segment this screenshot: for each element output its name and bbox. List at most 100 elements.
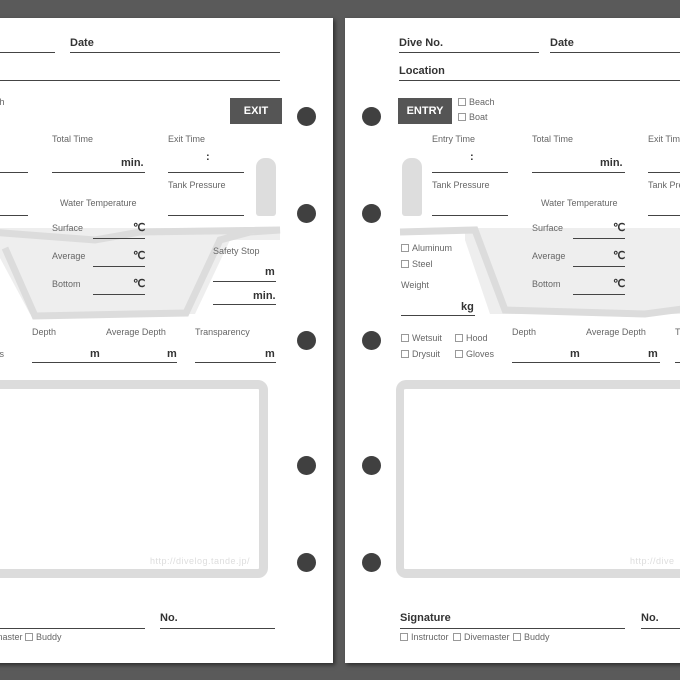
binder-hole: [297, 107, 316, 126]
total-time-label: Total Time: [52, 134, 94, 144]
average-temp-unit: ℃: [133, 250, 146, 262]
bottom-temp-line[interactable]: [573, 294, 625, 295]
checkbox[interactable]: [513, 633, 521, 641]
checkbox[interactable]: [400, 633, 408, 641]
checkbox[interactable]: [25, 633, 34, 641]
dive-no-line[interactable]: [0, 52, 55, 53]
memo-area[interactable]: [0, 380, 268, 578]
transparency-line[interactable]: [675, 362, 680, 363]
average-temp-line[interactable]: [573, 266, 625, 267]
surface-temp-line[interactable]: [573, 238, 625, 239]
depth-unit: m: [570, 348, 580, 360]
binder-hole: [362, 204, 381, 223]
tank-pressure-line[interactable]: [432, 215, 508, 216]
signature-label: Signature: [400, 612, 451, 624]
average-temp-label: Average: [52, 251, 86, 261]
average-temp-unit: ℃: [613, 250, 626, 262]
suit-wetsuit[interactable]: Wetsuit: [401, 334, 442, 343]
tank-pressure-label: Tank Pressure: [432, 180, 490, 190]
entry-tag: ENTRY: [398, 98, 452, 124]
date-label: Date: [70, 37, 94, 49]
right-log-page: Dive No. Date Location ENTRY Beach Boat …: [345, 18, 680, 663]
site-url: http://divelog.tande.jp/: [150, 556, 251, 566]
location-line[interactable]: [0, 80, 280, 81]
checkbox[interactable]: [455, 350, 463, 358]
binder-hole: [297, 456, 316, 475]
transparency-line[interactable]: [195, 362, 276, 363]
binder-hole: [362, 456, 381, 475]
no-label: No.: [641, 612, 659, 624]
checkbox[interactable]: [453, 633, 461, 641]
signature-line[interactable]: [0, 628, 145, 629]
total-time-label: Total Time: [532, 134, 574, 144]
binder-hole: [297, 204, 316, 223]
role-instructor[interactable]: Instructor: [400, 633, 449, 642]
checkbox[interactable]: [401, 350, 409, 358]
entry-type-beach[interactable]: Beach: [458, 98, 495, 107]
date-label: Date: [550, 37, 574, 49]
exit-time-fragment: Exit Tim: [648, 134, 680, 144]
surface-temp-unit: ℃: [613, 222, 626, 234]
weight-line[interactable]: [401, 315, 475, 316]
entry-type-boat[interactable]: Boat: [458, 113, 488, 122]
no-line[interactable]: [160, 628, 275, 629]
tank-pressure-fragment: Tank Pre: [648, 180, 680, 190]
checkbox[interactable]: [401, 244, 409, 252]
memo-area[interactable]: [396, 380, 680, 578]
exit-time-label: Exit Time: [168, 134, 206, 144]
surface-temp-line[interactable]: [93, 238, 145, 239]
total-time-line[interactable]: [532, 172, 625, 173]
location-label: Location: [399, 65, 445, 77]
role-buddy[interactable]: Buddy: [513, 633, 550, 642]
dive-no-label: Dive No.: [399, 37, 444, 49]
average-temp-line[interactable]: [93, 266, 145, 267]
safety-stop-label: Safety Stop: [213, 246, 260, 256]
surface-temp-label: Surface: [52, 223, 84, 233]
checkbox[interactable]: [455, 334, 463, 342]
depth-line[interactable]: [32, 362, 177, 363]
tank-pressure-line[interactable]: [168, 215, 244, 216]
dive-no-line[interactable]: [399, 52, 539, 53]
safety-stop-time-line[interactable]: [213, 304, 276, 305]
total-time-line[interactable]: [52, 172, 145, 173]
checkbox[interactable]: [458, 113, 466, 121]
tank-steel[interactable]: Steel: [401, 260, 433, 269]
checkbox[interactable]: [458, 98, 466, 106]
time-separator: :: [206, 151, 210, 163]
safety-stop-depth-line[interactable]: [213, 281, 276, 282]
checkbox[interactable]: [401, 260, 409, 268]
depth-line[interactable]: [512, 362, 660, 363]
average-depth-label: Average Depth: [586, 327, 646, 337]
role-divemaster[interactable]: emaster Buddy: [0, 633, 62, 642]
binder-hole: [297, 331, 316, 350]
suit-drysuit[interactable]: Drysuit: [401, 350, 440, 359]
exit-time-line[interactable]: [168, 172, 244, 173]
signature-line[interactable]: [400, 628, 625, 629]
role-fragment: emaster: [0, 632, 23, 642]
date-line[interactable]: [70, 52, 280, 53]
no-line[interactable]: [641, 628, 680, 629]
location-line[interactable]: [399, 80, 680, 81]
role-buddy-label: Buddy: [36, 632, 62, 642]
checkbox[interactable]: [401, 334, 409, 342]
suit-hood[interactable]: Hood: [455, 334, 488, 343]
date-line[interactable]: [550, 52, 680, 53]
average-depth-label: Average Depth: [106, 327, 166, 337]
no-label: No.: [160, 612, 178, 624]
entry-time-line[interactable]: [0, 172, 28, 173]
entry-time-label: Entry Time: [432, 134, 476, 144]
start-pressure-line[interactable]: [0, 215, 28, 216]
exit-tag: EXIT: [230, 98, 282, 124]
depth-label: Depth: [512, 327, 537, 337]
binder-hole: [362, 331, 381, 350]
end-pressure-line[interactable]: [648, 215, 680, 216]
exit-time-line[interactable]: [648, 172, 680, 173]
role-divemaster[interactable]: Divemaster: [453, 633, 510, 642]
surface-temp-unit: ℃: [133, 222, 146, 234]
bottom-temp-line[interactable]: [93, 294, 145, 295]
entry-time-line[interactable]: [432, 172, 508, 173]
tank-pressure-label: Tank Pressure: [168, 180, 226, 190]
left-log-page: Date ach at EXIT Total Time min. Exit Ti…: [0, 18, 333, 663]
suit-gloves[interactable]: Gloves: [455, 350, 494, 359]
tank-aluminum[interactable]: Aluminum: [401, 244, 452, 253]
